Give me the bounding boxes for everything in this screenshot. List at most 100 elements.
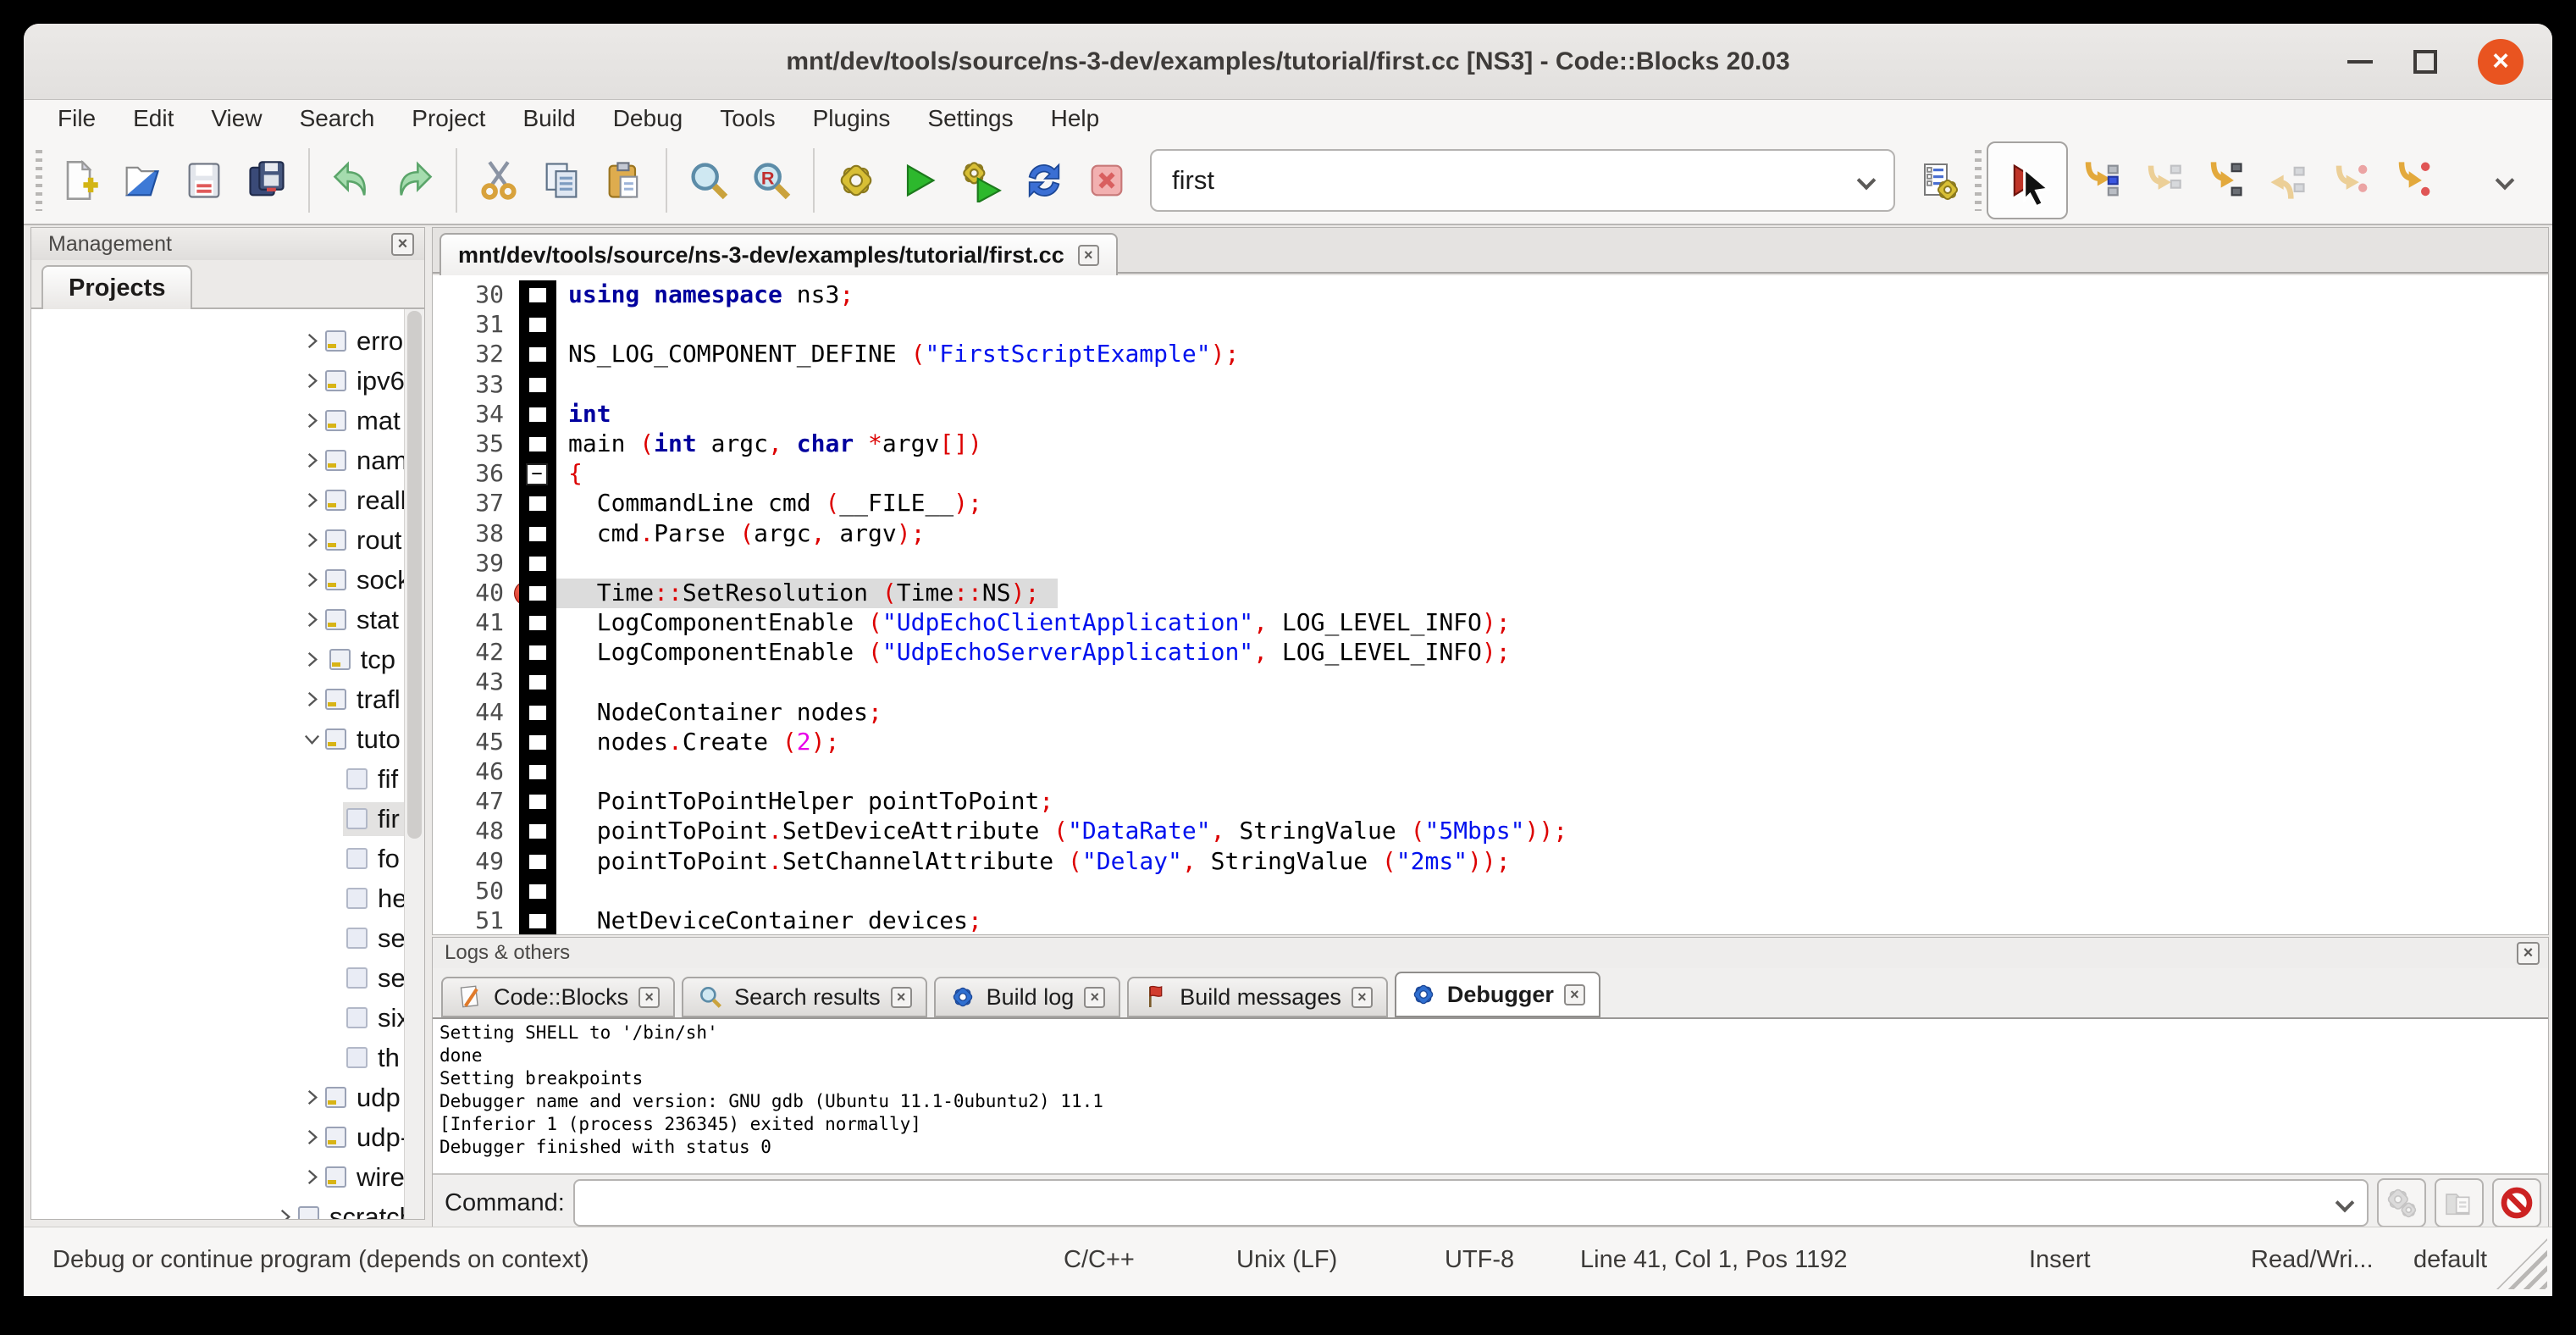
line-number[interactable]: 35 [433,429,519,459]
code-line-35[interactable]: 35main (int argc, char *argv[]) [433,429,2548,459]
chevron-down-icon[interactable] [302,729,322,749]
build-target-input[interactable] [1172,165,1851,196]
tree-item-he[interactable]: he [31,878,404,918]
line-number[interactable]: 43 [433,668,519,697]
fold-margin[interactable] [519,549,556,579]
toolbar-overflow-chevron[interactable] [2469,145,2532,216]
command-input[interactable] [590,1190,2330,1216]
tree-item-reall[interactable]: reall [31,480,404,520]
toolbar-grip[interactable] [1975,150,1982,211]
line-number[interactable]: 30 [433,280,519,310]
code-line-49[interactable]: 49 pointToPoint.SetChannelAttribute ("De… [433,847,2548,877]
tab-projects[interactable]: Projects [41,265,192,309]
fold-collapse-icon[interactable]: − [526,463,548,485]
undo-button[interactable] [320,145,383,216]
menu-tools[interactable]: Tools [701,100,793,137]
fold-margin[interactable] [519,698,556,728]
line-number[interactable]: 40 [433,579,519,608]
compile-target-options-button[interactable] [1907,145,1970,216]
step-into-button[interactable] [2193,145,2256,216]
fold-margin[interactable] [519,787,556,817]
tree-item-fo[interactable]: fo [31,839,404,878]
redo-button[interactable] [383,145,445,216]
code-line-42[interactable]: 42 LogComponentEnable ("UdpEchoServerApp… [433,638,2548,668]
line-number[interactable]: 46 [433,757,519,787]
code-line-44[interactable]: 44 NodeContainer nodes; [433,698,2548,728]
step-into-instruction-button[interactable] [2381,145,2444,216]
fold-margin[interactable] [519,370,556,400]
fold-margin[interactable] [519,817,556,846]
fold-margin[interactable] [519,280,556,310]
menu-edit[interactable]: Edit [114,100,192,137]
copy-button[interactable] [530,145,593,216]
tree-item-wire[interactable]: wire [31,1157,404,1197]
fold-margin[interactable] [519,847,556,877]
line-number[interactable]: 37 [433,489,519,518]
chevron-right-icon[interactable] [302,690,322,709]
tree-item-se[interactable]: se [31,958,404,998]
fold-margin[interactable] [519,489,556,518]
minimize-icon[interactable] [2347,60,2373,64]
run-to-cursor-button[interactable] [2068,145,2131,216]
line-number[interactable]: 42 [433,638,519,668]
tree-scrollbar-thumb[interactable] [407,311,422,839]
tab-build-log[interactable]: Build log × [934,977,1121,1017]
fold-margin[interactable] [519,728,556,757]
line-number[interactable]: 31 [433,310,519,340]
line-number[interactable]: 45 [433,728,519,757]
editor-tab-first-cc[interactable]: mnt/dev/tools/source/ns-3-dev/examples/t… [439,233,1118,275]
build-button[interactable] [825,145,887,216]
run-button[interactable] [887,145,950,216]
debugger-log-output[interactable]: Setting SHELL to '/bin/sh'doneSetting br… [433,1017,2548,1175]
menu-plugins[interactable]: Plugins [794,100,909,137]
save-all-button[interactable] [235,145,298,216]
chevron-right-icon[interactable] [275,1207,295,1219]
fold-margin[interactable] [519,638,556,668]
tree-item-fif[interactable]: fif [31,759,404,799]
chevron-right-icon[interactable] [302,1167,322,1187]
stop-debugger-button[interactable] [2492,1178,2541,1227]
tab-search-results[interactable]: Search results × [682,977,927,1017]
tab-close-icon[interactable]: × [1084,987,1105,1008]
open-log-folder-button[interactable] [2435,1178,2484,1227]
tree-item-th[interactable]: th [31,1038,404,1077]
line-number[interactable]: 49 [433,847,519,877]
code-line-36[interactable]: 36−{ [433,459,2548,489]
code-line-46[interactable]: 46 [433,757,2548,787]
fold-margin[interactable] [519,429,556,459]
tree-item-tcp[interactable]: tcp [31,640,404,679]
chevron-down-icon[interactable] [1857,171,1877,191]
debug-tools-button[interactable] [2377,1178,2426,1227]
code-line-51[interactable]: 51 NetDeviceContainer devices; [433,906,2548,934]
tab-close-icon[interactable]: × [1564,984,1585,1005]
fold-margin[interactable]: − [519,459,556,489]
chevron-down-icon[interactable] [2336,1194,2355,1213]
code-line-38[interactable]: 38 cmd.Parse (argc, argv); [433,519,2548,549]
chevron-right-icon[interactable] [302,530,322,550]
maximize-icon[interactable] [2413,50,2437,74]
new-file-button[interactable] [47,145,110,216]
chevron-right-icon[interactable] [302,570,322,590]
tree-item-udp[interactable]: udp [31,1077,404,1117]
management-close-icon[interactable]: × [391,233,414,256]
code-line-37[interactable]: 37 CommandLine cmd (__FILE__); [433,489,2548,518]
code-line-41[interactable]: 41 LogComponentEnable ("UdpEchoClientApp… [433,608,2548,638]
chevron-right-icon[interactable] [302,1088,322,1107]
menu-help[interactable]: Help [1032,100,1119,137]
next-line-button[interactable] [2131,145,2193,216]
tree-item-scratch[interactable]: scratch [31,1197,404,1219]
logs-close-icon[interactable]: × [2517,942,2540,965]
tree-item-se[interactable]: se [31,918,404,958]
fold-margin[interactable] [519,310,556,340]
code-editor[interactable]: 30using namespace ns3;3132NS_LOG_COMPONE… [433,275,2548,934]
replace-button[interactable]: R [740,145,803,216]
line-number[interactable]: 34 [433,400,519,429]
find-button[interactable] [677,145,740,216]
fold-margin[interactable] [519,757,556,787]
menu-view[interactable]: View [192,100,280,137]
tree-item-ipv6[interactable]: ipv6 [31,361,404,401]
code-line-45[interactable]: 45 nodes.Create (2); [433,728,2548,757]
tree-item-sock[interactable]: sock [31,560,404,600]
fold-margin[interactable] [519,519,556,549]
step-out-button[interactable] [2256,145,2319,216]
